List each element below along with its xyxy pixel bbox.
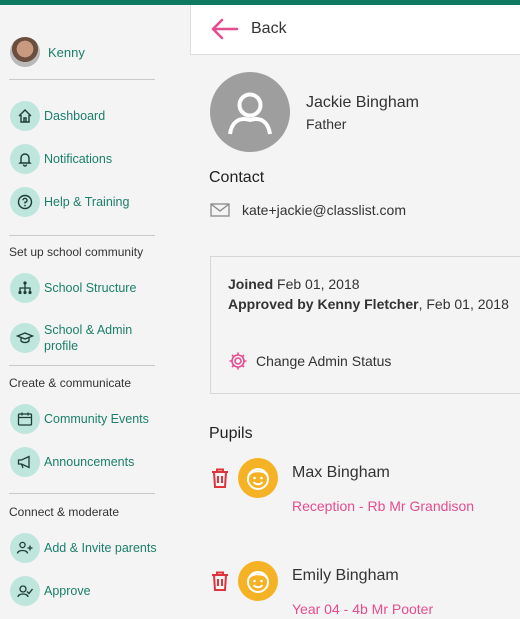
contact-email-row: kate+jackie@classlist.com xyxy=(210,202,406,218)
divider xyxy=(9,493,155,494)
sidebar-item-label: Dashboard xyxy=(44,109,106,123)
arrow-left-icon xyxy=(211,18,239,40)
sidebar-item-dashboard[interactable]: Dashboard xyxy=(10,101,105,131)
profile-avatar xyxy=(210,72,290,152)
pupils-heading: Pupils xyxy=(209,425,253,442)
delete-trash-icon[interactable] xyxy=(208,569,232,593)
email-link[interactable]: kate+jackie@classlist.com xyxy=(242,202,406,218)
bell-icon xyxy=(10,144,40,174)
profile-name: Jackie Bingham xyxy=(306,94,419,111)
sidebar-item-school-admin-profile[interactable]: School & Admin profile xyxy=(10,322,132,354)
delete-trash-icon[interactable] xyxy=(208,466,232,490)
sidebar-item-community-events[interactable]: Community Events xyxy=(10,404,149,434)
sidebar-item-notifications[interactable]: Notifications xyxy=(10,144,112,174)
sidebar-item-label: Notifications xyxy=(44,152,113,166)
user-silhouette-icon xyxy=(228,92,272,135)
sidebar-item-label: School & Admin profile xyxy=(44,322,132,354)
sidebar-item-help[interactable]: Help & Training xyxy=(10,187,129,217)
pupil-name: Max Bingham xyxy=(292,464,390,481)
divider xyxy=(9,235,155,236)
sidebar-item-label-line2: profile xyxy=(44,339,79,353)
sidebar-item-label: Add & Invite parents xyxy=(44,541,157,555)
sidebar-item-label: School Structure xyxy=(44,281,137,295)
sidebar-item-add-invite-parents[interactable]: Add & Invite parents xyxy=(10,533,157,563)
joined-date: Feb 01, 2018 xyxy=(273,276,360,292)
help-icon xyxy=(10,187,40,217)
approved-line: Approved by Kenny Fletcher, Feb 01, 2018 xyxy=(228,296,509,312)
approved-label: Approved by Kenny Fletcher xyxy=(228,296,419,312)
user-name: Kenny xyxy=(48,44,85,60)
sidebar-item-approve[interactable]: Approve xyxy=(10,576,91,606)
section-heading-connect: Connect & moderate xyxy=(9,505,120,519)
section-heading-setup: Set up school community xyxy=(9,245,144,259)
joined-label: Joined xyxy=(228,276,274,292)
approved-date: , Feb 01, 2018 xyxy=(418,296,509,312)
child-face-icon xyxy=(247,468,269,490)
back-button[interactable]: Back xyxy=(209,17,287,41)
joined-line: Joined Feb 01, 2018 xyxy=(228,276,360,292)
top-header: Back xyxy=(190,5,520,55)
pupil-avatar xyxy=(238,458,278,498)
membership-panel: Joined Feb 01, 2018 Approved by Kenny Fl… xyxy=(210,256,520,394)
change-admin-status-label: Change Admin Status xyxy=(256,353,392,369)
calendar-icon xyxy=(10,404,40,434)
graduation-cap-icon xyxy=(10,323,40,353)
home-icon xyxy=(10,101,40,131)
gear-icon xyxy=(229,352,247,370)
section-heading-create: Create & communicate xyxy=(9,376,132,390)
megaphone-icon xyxy=(10,447,40,477)
sidebar-item-label: Approve xyxy=(44,584,91,598)
pupil-class-link[interactable]: Year 04 - 4b Mr Pooter xyxy=(292,601,433,617)
child-face-icon xyxy=(247,571,269,593)
sidebar-item-label-line1: School & Admin xyxy=(44,323,133,337)
add-user-icon xyxy=(10,533,40,563)
pupil-class-link[interactable]: Reception - Rb Mr Grandison xyxy=(292,498,474,514)
sidebar-item-label: Community Events xyxy=(44,412,149,426)
divider xyxy=(9,365,155,366)
pupil-name: Emily Bingham xyxy=(292,567,399,584)
avatar xyxy=(10,37,40,67)
sidebar-item-school-structure[interactable]: School Structure xyxy=(10,273,136,303)
envelope-icon xyxy=(210,203,230,217)
sidebar: Kenny Dashboard Notifications Help & Tra… xyxy=(0,5,190,619)
sidebar-item-label: Announcements xyxy=(44,455,135,469)
sidebar-item-announcements[interactable]: Announcements xyxy=(10,447,134,477)
profile-role: Father xyxy=(306,116,347,132)
back-label: Back xyxy=(251,20,287,37)
hierarchy-icon xyxy=(10,273,40,303)
divider xyxy=(9,79,155,80)
sidebar-user[interactable]: Kenny xyxy=(10,37,85,67)
contact-heading: Contact xyxy=(209,169,265,186)
pupil-avatar xyxy=(238,561,278,601)
approve-icon xyxy=(10,576,40,606)
change-admin-status-button[interactable]: Change Admin Status xyxy=(228,351,391,371)
sidebar-item-label: Help & Training xyxy=(44,195,130,209)
